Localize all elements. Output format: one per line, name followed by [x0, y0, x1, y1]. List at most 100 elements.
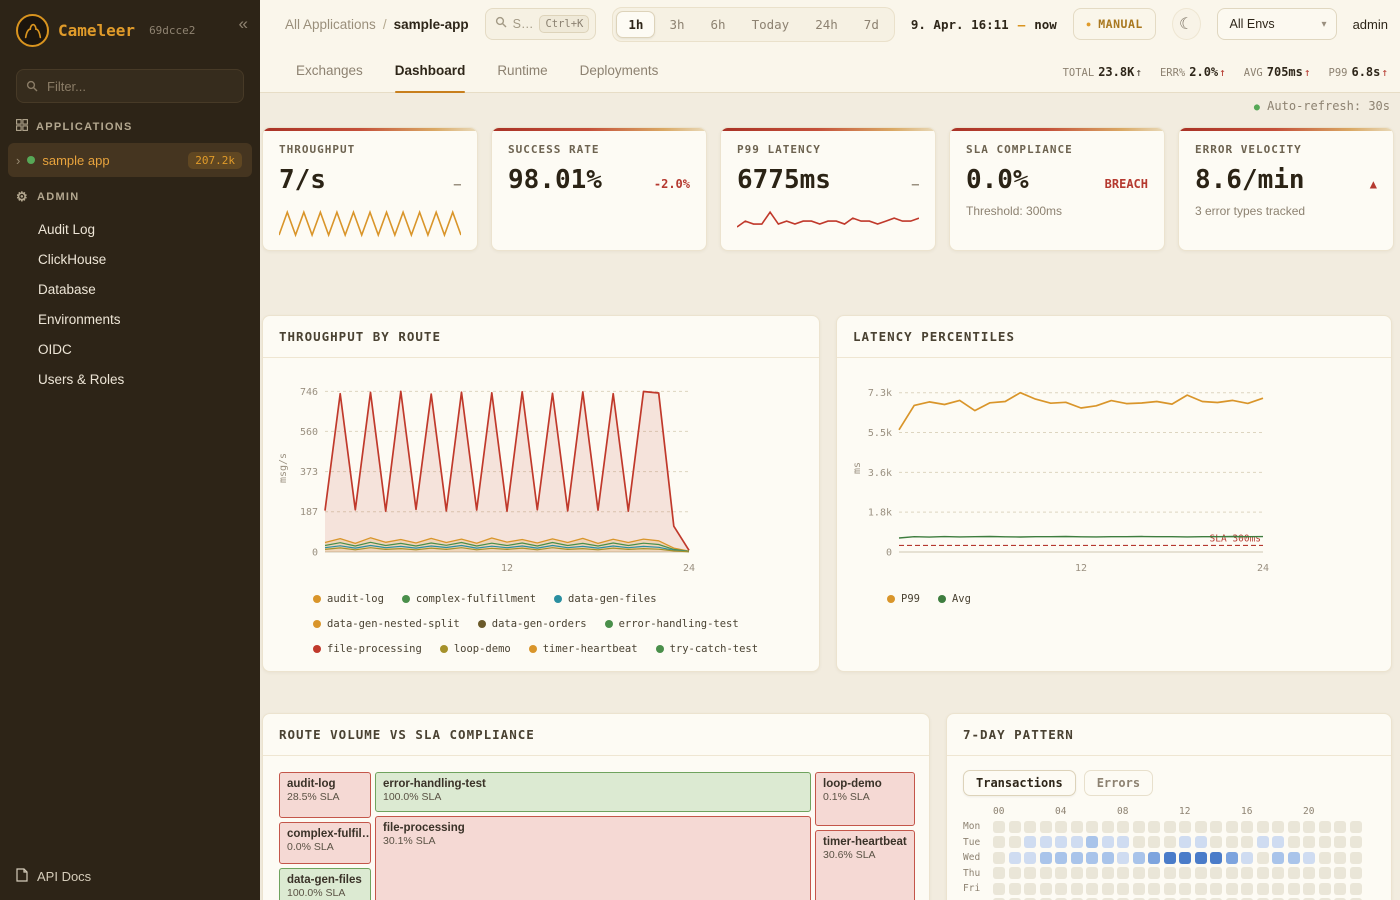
heatmap-day-label: Tue: [963, 837, 993, 848]
date-range: 9. Apr. 16:11 — now: [911, 17, 1057, 32]
svg-text:187: 187: [300, 507, 318, 518]
heatmap-cell: [1024, 867, 1036, 879]
legend-item-loop-demo[interactable]: loop-demo: [440, 643, 511, 655]
legend-item-try-catch-test[interactable]: try-catch-test: [656, 643, 759, 655]
sidebar-item-clickhouse[interactable]: ClickHouse: [0, 244, 260, 274]
legend-item-avg[interactable]: Avg: [938, 593, 971, 605]
treemap-cell-loop-demo[interactable]: loop-demo0.1% SLA: [815, 772, 915, 826]
auto-refresh-indicator: ● Auto-refresh: 30s: [1254, 99, 1390, 113]
heatmap-col-labels: 000408121620: [993, 806, 1381, 819]
time-range-24h[interactable]: 24h: [803, 11, 850, 38]
heatmap-cell: [1272, 883, 1284, 895]
legend-item-p99[interactable]: P99: [887, 593, 920, 605]
legend-item-audit-log[interactable]: audit-log: [313, 593, 384, 605]
time-range-today[interactable]: Today: [740, 11, 802, 38]
treemap-cell-file-processing[interactable]: file-processing30.1% SLA: [375, 816, 811, 900]
user-menu[interactable]: admin: [1353, 17, 1388, 32]
heatmap-cell: [1117, 821, 1129, 833]
heatmap-row-sat: Sat: [963, 897, 1381, 900]
time-range-3h[interactable]: 3h: [657, 11, 696, 38]
kpi-delta: –: [454, 177, 461, 191]
time-range-7d[interactable]: 7d: [852, 11, 891, 38]
sidebar-item-oidc[interactable]: OIDC: [0, 334, 260, 364]
legend-item-data-gen-files[interactable]: data-gen-files: [554, 593, 657, 605]
treemap-cell-data-gen-files[interactable]: data-gen-files100.0% SLA: [279, 868, 371, 900]
legend-label: P99: [901, 593, 920, 605]
heatmap-cell: [1040, 867, 1052, 879]
document-icon: [16, 868, 28, 885]
manual-refresh-button[interactable]: ● MANUAL: [1073, 8, 1156, 40]
heatmap-cell: [1334, 821, 1346, 833]
heatmap-cell: [1009, 883, 1021, 895]
heatmap-day-label: Wed: [963, 852, 993, 863]
treemap-cell-audit-log[interactable]: audit-log28.5% SLA: [279, 772, 371, 818]
legend-item-data-gen-orders[interactable]: data-gen-orders: [478, 618, 587, 630]
heatmap-cell: [1241, 821, 1253, 833]
sidebar-item-environments[interactable]: Environments: [0, 304, 260, 334]
panel-route-volume-sla: ROUTE VOLUME VS SLA COMPLIANCE audit-log…: [262, 713, 930, 900]
heatmap-cell: [1303, 883, 1315, 895]
legend-item-complex-fulfillment[interactable]: complex-fulfillment: [402, 593, 536, 605]
legend-item-error-handling-test[interactable]: error-handling-test: [605, 618, 739, 630]
sidebar-item-users-roles[interactable]: Users & Roles: [0, 364, 260, 394]
tab-runtime[interactable]: Runtime: [497, 48, 547, 92]
heatmap-cell: [1164, 883, 1176, 895]
legend-item-timer-heartbeat[interactable]: timer-heartbeat: [529, 643, 638, 655]
heatmap-cell: [1288, 867, 1300, 879]
sidebar-filter-input[interactable]: [16, 69, 244, 103]
heatmap-day-label: Mon: [963, 821, 993, 832]
legend-dot-icon: [554, 595, 562, 603]
sidebar-item-sample-app[interactable]: › sample app 207.2k: [8, 143, 252, 177]
heatmap-cell: [1288, 821, 1300, 833]
heatmap-cell: [1195, 867, 1207, 879]
treemap-cell-complex-fulfil[interactable]: complex-fulfil…0.0% SLA: [279, 822, 371, 864]
breadcrumb-all-applications[interactable]: All Applications: [285, 17, 376, 32]
legend-item-file-processing[interactable]: file-processing: [313, 643, 422, 655]
heatmap-cell: [1040, 883, 1052, 895]
kpi-card-p99-latency: P99 LATENCY6775ms–: [720, 127, 936, 251]
throughput-legend: audit-log complex-fulfillment data-gen-fil…: [313, 593, 813, 655]
panel-header: ROUTE VOLUME VS SLA COMPLIANCE: [263, 714, 929, 756]
sidebar-item-database[interactable]: Database: [0, 274, 260, 304]
heatmap-cell: [1148, 867, 1160, 879]
heatmap-row-fri: Fri: [963, 881, 1381, 897]
time-range-6h[interactable]: 6h: [699, 11, 738, 38]
time-range-1h[interactable]: 1h: [616, 11, 655, 38]
global-search[interactable]: S… Ctrl+K: [485, 8, 597, 40]
api-docs-label: API Docs: [37, 869, 91, 884]
admin-section-header: ⚙ ADMIN: [0, 189, 260, 205]
environment-select[interactable]: All Envs ▾: [1217, 8, 1337, 40]
toggle-errors[interactable]: Errors: [1084, 770, 1153, 796]
time-range-group: 1h3h6hToday24h7d: [612, 7, 894, 42]
treemap-cell-error-handling-test[interactable]: error-handling-test100.0% SLA: [375, 772, 811, 812]
legend-item-data-gen-nested-split[interactable]: data-gen-nested-split: [313, 618, 460, 630]
heatmap-cell: [993, 836, 1005, 848]
heatmap-cell: [1319, 836, 1331, 848]
kpi-row: THROUGHPUT7/s–SUCCESS RATE98.01%-2.0%P99…: [262, 127, 1394, 251]
tab-dashboard[interactable]: Dashboard: [395, 48, 466, 92]
treemap-cell-label: audit-log: [287, 778, 363, 790]
dark-mode-toggle[interactable]: ☾: [1172, 8, 1201, 40]
heatmap-cell: [1055, 821, 1067, 833]
heatmap-cell: [1195, 883, 1207, 895]
heatmap-cell: [1055, 852, 1067, 864]
kpi-title: SUCCESS RATE: [508, 143, 690, 156]
toggle-transactions[interactable]: Transactions: [963, 770, 1076, 796]
treemap-cell-timer-heartbeat[interactable]: timer-heartbeat30.6% SLA: [815, 830, 915, 900]
heatmap-cell: [1272, 821, 1284, 833]
sidebar-collapse-button[interactable]: «: [239, 14, 248, 34]
kpi-card-success-rate: SUCCESS RATE98.01%-2.0%: [491, 127, 707, 251]
manual-dot-icon: ●: [1086, 19, 1091, 29]
heatmap: 000408121620 MonTueWedThuFriSatSun: [963, 806, 1381, 900]
heatmap-cell: [1288, 836, 1300, 848]
heatmap-cell: [1164, 836, 1176, 848]
api-docs-link[interactable]: API Docs: [16, 868, 91, 885]
heatmap-cell: [993, 867, 1005, 879]
heatmap-cell: [1117, 883, 1129, 895]
tab-exchanges[interactable]: Exchanges: [296, 48, 363, 92]
treemap-cell-label: data-gen-files: [287, 874, 363, 886]
sidebar-item-audit-log[interactable]: Audit Log: [0, 214, 260, 244]
heatmap-cell: [1303, 852, 1315, 864]
tab-deployments[interactable]: Deployments: [580, 48, 659, 92]
legend-label: data-gen-nested-split: [327, 618, 460, 630]
